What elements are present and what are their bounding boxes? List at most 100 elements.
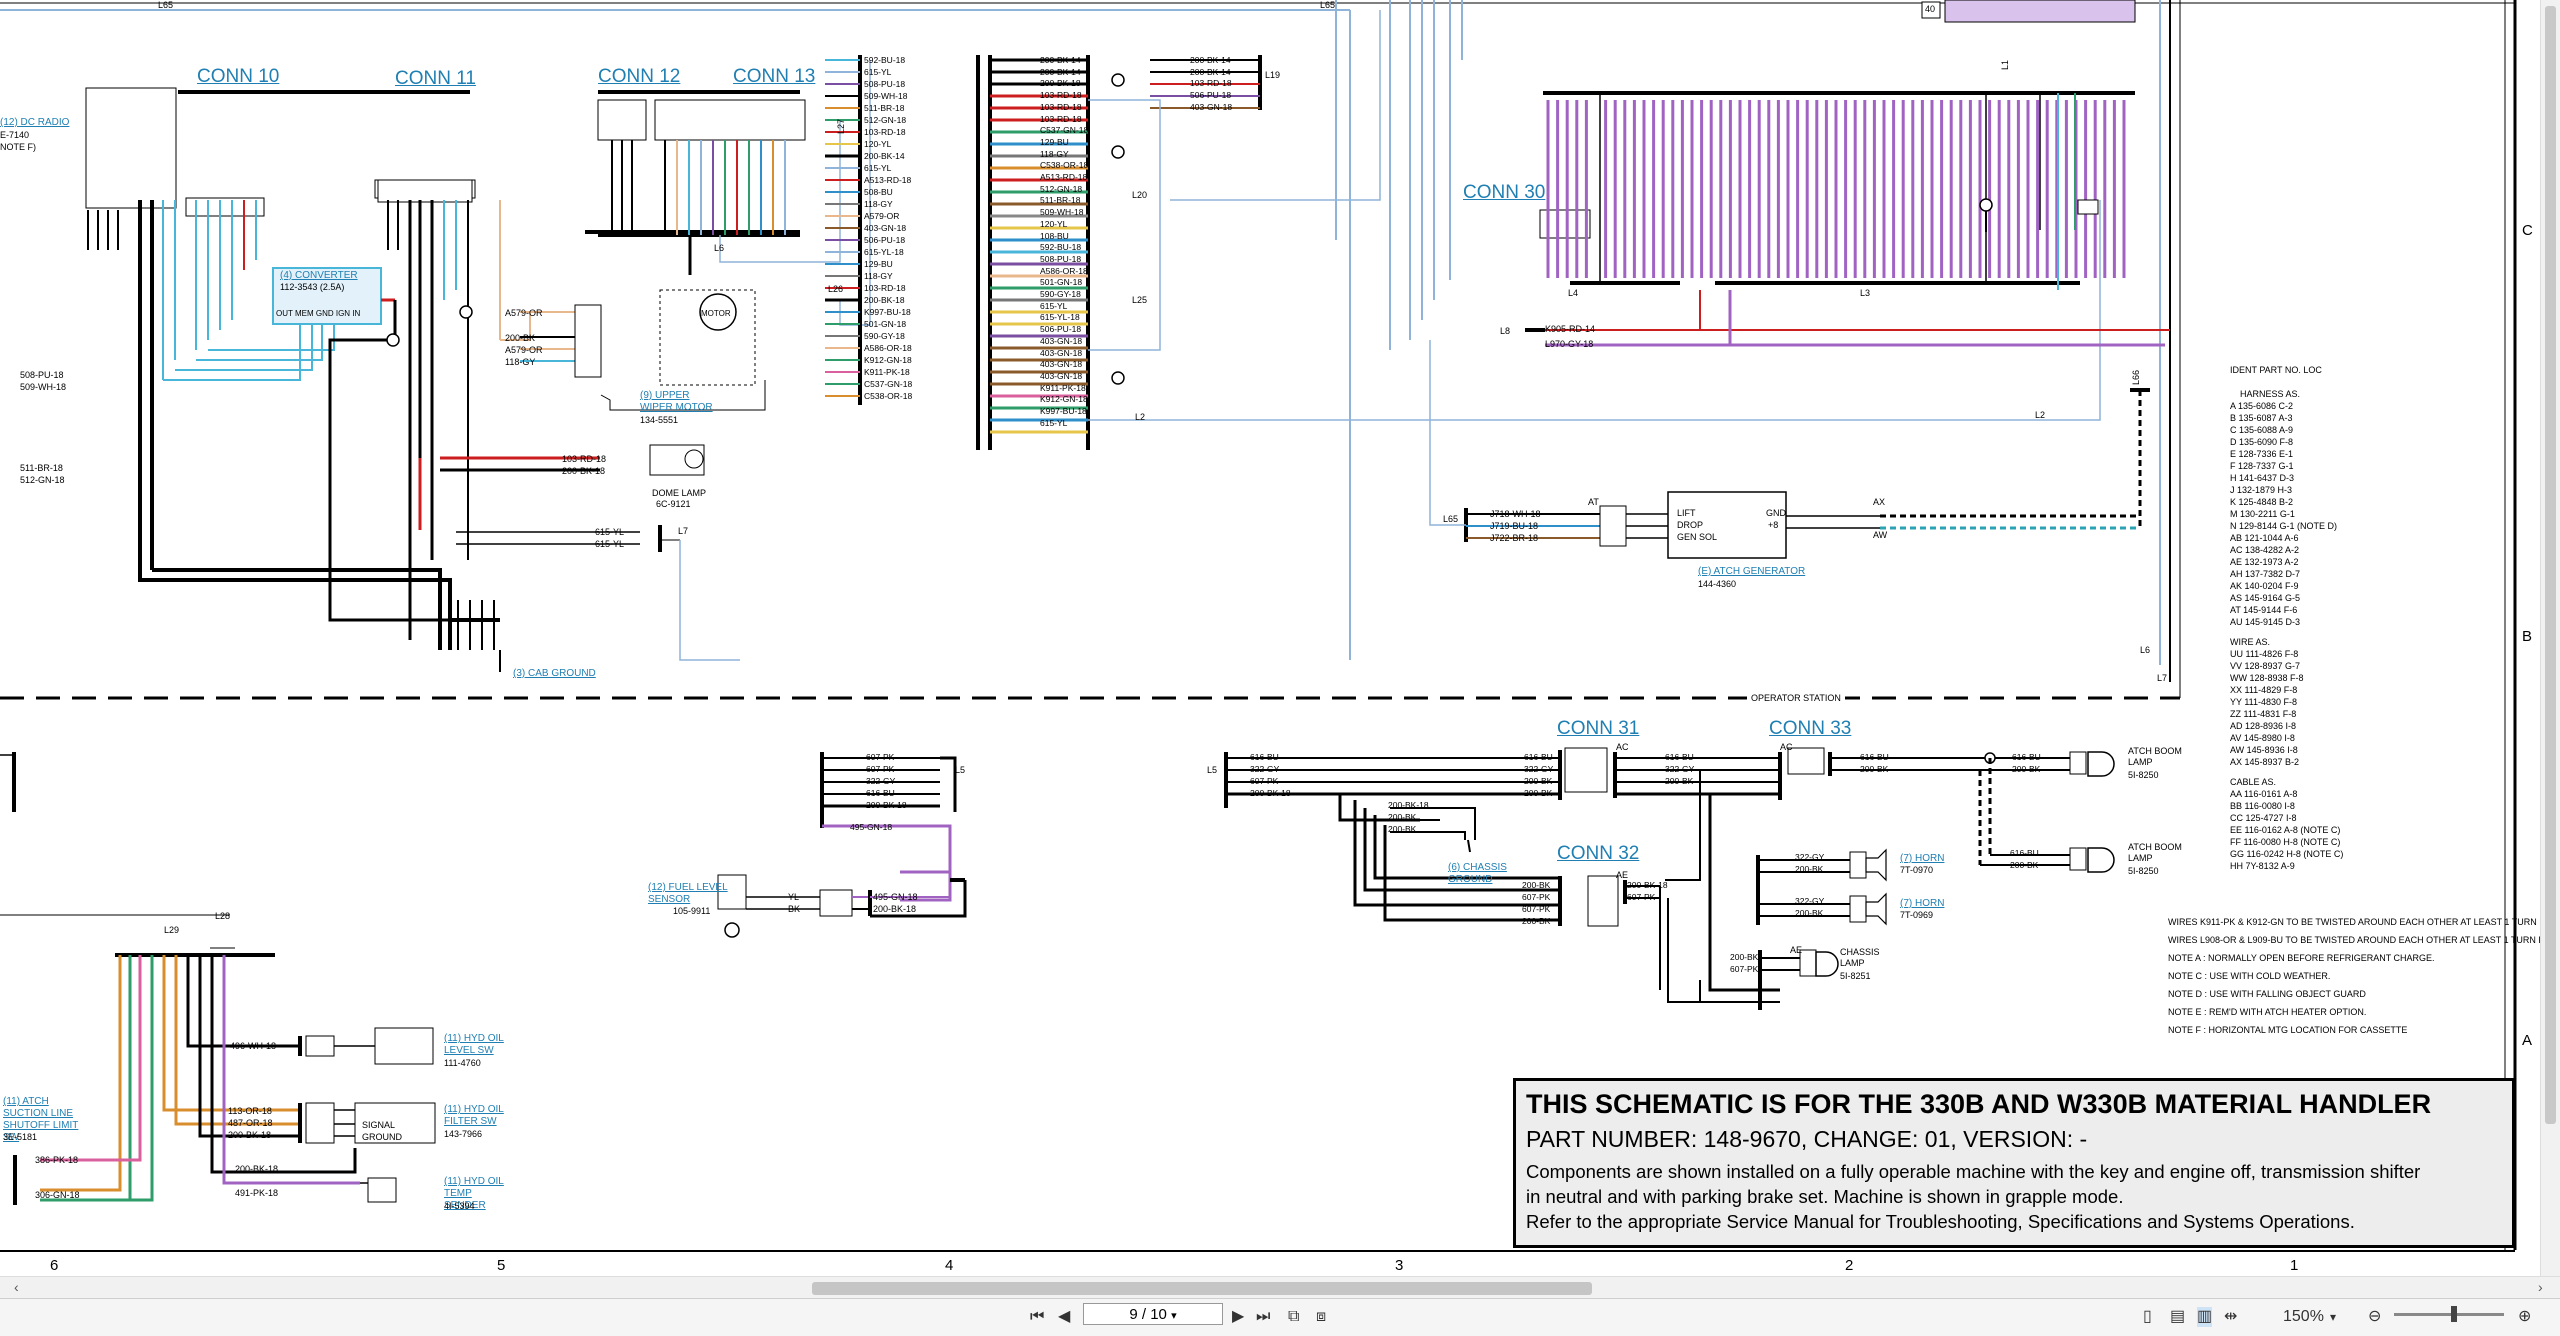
page-number-input[interactable]: 9 / 10 ▾ (1083, 1303, 1223, 1325)
note-row-3: NOTE C : USE WITH COLD WEATHER. (2168, 971, 2331, 981)
conn-13-label: CONN 13 (733, 66, 816, 87)
horizontal-scrollbar[interactable]: ‹ › (0, 1276, 2560, 1299)
view-mode-icon[interactable]: ⧉ (1288, 1307, 1299, 1327)
harness-row-11: AB 121-1044 A-6 (2230, 533, 2299, 543)
horizontal-scroll-thumb[interactable] (812, 1282, 1592, 1295)
prev-page-icon[interactable]: ◀ (1058, 1307, 1070, 1327)
converter-link[interactable]: (4) CONVERTER (280, 270, 358, 282)
l5b-wire-2: 607-PK (1250, 776, 1279, 786)
harness-row-8: K 125-4848 B-2 (2230, 497, 2294, 507)
atch-generator-part: 144-4360 (1698, 579, 1737, 589)
view-mode-2-icon[interactable]: ⧈ (1316, 1307, 1326, 1327)
document-viewport[interactable]: CONN 10 CONN 11 CONN 12 CONN 13 CONN 30 … (0, 0, 2560, 1270)
zoom-in-icon[interactable]: ⊕ (2518, 1307, 2531, 1327)
conn-11-label: CONN 11 (395, 68, 476, 89)
harness1-wire-11: 508-BU (864, 187, 893, 197)
cable-row-3: EE 116-0162 A-8 (NOTE C) (2230, 825, 2341, 835)
harness1-wire-17: 129-BU (864, 259, 893, 269)
scale-2: 2 (1845, 1257, 1854, 1270)
two-page-icon[interactable]: ▥ (2197, 1307, 2213, 1327)
zoom-out-icon[interactable]: ⊖ (2368, 1307, 2381, 1327)
scroll-right-arrow-icon[interactable]: › (2538, 1279, 2543, 1295)
conn32r-wire-0: 200-BK-18 (1627, 880, 1668, 890)
wire-113-or: 113-OR-18 (228, 1106, 272, 1116)
last-page-icon[interactable]: ⏭ (1256, 1307, 1270, 1327)
l19-wire-4: 403-GN-18 (1190, 101, 1233, 112)
horn-1-link[interactable]: (7) HORN (1900, 853, 1944, 865)
harness1-wire-8: 200-BK-14 (864, 151, 905, 161)
harness2-wire-19: 501-GN-18 (1040, 277, 1083, 288)
drop-label: DROP (1677, 520, 1704, 530)
harness-row-5: F 128-7337 G-1 (2230, 461, 2294, 471)
harness1-wire-6: 103-RD-18 (864, 127, 906, 137)
conn32-wire-1: 607-PK (1522, 892, 1551, 902)
single-page-icon[interactable]: ▯ (2143, 1307, 2152, 1327)
wire-k905-rd: K905-RD-14 (1545, 324, 1596, 334)
harness1-wire-23: 590-GY-18 (864, 331, 905, 341)
l5a-wire-3: 616-BU (866, 788, 895, 798)
ground-label: GROUND (362, 1132, 402, 1142)
harness2-wire-10: A513-RD-18 (1040, 172, 1088, 182)
chassis-ground-link[interactable]: (6) CHASSIS GROUND (1448, 862, 1508, 886)
page-number-value: 9 / 10 (1129, 1306, 1167, 1323)
harness2-wire-23: 506-PU-18 (1040, 324, 1082, 335)
harness-row-1: B 135-6087 A-3 (2230, 413, 2293, 423)
part-number: PART NUMBER: 148-9670, CHANGE: 01, VERSI… (1526, 1126, 2088, 1152)
conn-32-label: CONN 32 (1557, 843, 1640, 864)
conn32-wire-2: 607-PK (1522, 904, 1551, 914)
gen-sol-label: GEN SOL (1677, 532, 1718, 542)
upper-wiper-link[interactable]: (9) UPPER WIPER MOTOR (640, 390, 720, 414)
line-tag-l20: L20 (1132, 190, 1148, 200)
next-page-icon[interactable]: ▶ (1232, 1307, 1244, 1327)
dc-radio-link[interactable]: (12) DC RADIO (0, 117, 69, 129)
wire-200-bk-fuel: 200-BK-18 (873, 904, 917, 914)
harness2-wire-4: 103-RD-18 (1040, 101, 1082, 112)
continuous-page-icon[interactable]: ▤ (2170, 1307, 2185, 1327)
upper-wiper-part: 134-5551 (640, 415, 679, 425)
page-dropdown-icon[interactable]: ▾ (1171, 1310, 1177, 1322)
harness-title: HARNESS AS. (2240, 389, 2301, 399)
line-tag-l29: L29 (164, 925, 180, 935)
hyd-oil-filter-part: 143-7966 (444, 1129, 483, 1139)
horn-2-link[interactable]: (7) HORN (1900, 898, 1944, 910)
harness2-wire-27: 403-GN-18 (1040, 370, 1083, 381)
l19-wire-3: 506-PU-18 (1190, 90, 1232, 101)
harness2-wire-28: K911-PK-18 (1040, 382, 1086, 393)
first-page-icon[interactable]: ⏮ (1030, 1307, 1044, 1327)
zoom-dropdown-icon[interactable]: ▾ (2330, 1307, 2336, 1327)
cable-row-1: BB 116-0080 I-8 (2230, 801, 2295, 811)
harness-row-3: D 135-6090 F-8 (2230, 437, 2294, 447)
wire-495-gn-fuel: 495-GN-18 (873, 892, 918, 902)
line-tag-l28: L28 (215, 911, 231, 921)
line-tag-l4: L4 (1568, 288, 1579, 298)
wire-508-pu: 508-PU-18 (20, 370, 64, 380)
harness2-wire-29: K912-GN-18 (1040, 394, 1088, 405)
zoom-value[interactable]: 150% (2283, 1307, 2324, 1327)
conn32-wire-0: 200-BK (1522, 880, 1551, 890)
fuel-level-link[interactable]: (12) FUEL LEVEL SENSOR (648, 882, 728, 906)
scale-1: 1 (2290, 1257, 2299, 1270)
fit-width-icon[interactable]: ⇹ (2224, 1307, 2237, 1327)
scroll-left-arrow-icon[interactable]: ‹ (14, 1279, 19, 1295)
conn32-wire-3: 200-BK (1522, 916, 1551, 926)
zoom-slider-knob[interactable] (2451, 1306, 2457, 1322)
line-tag-l66: L66 (2131, 369, 2141, 385)
harness-row-7: J 132-1879 H-3 (2230, 485, 2293, 495)
hyd-oil-level-link[interactable]: (11) HYD OIL LEVEL SW (444, 1033, 514, 1057)
line-tag-l5b: L5 (1207, 765, 1218, 775)
chassis-lamp-label: CHASSIS LAMP (1840, 947, 1880, 968)
harness1-wire-24: A586-OR-18 (864, 343, 912, 353)
harness1-wire-9: 615-YL (864, 163, 892, 173)
vertical-scrollbar[interactable] (2540, 0, 2560, 1276)
lamp-wire-1: 607-PK (1730, 964, 1759, 974)
atch-generator-link[interactable]: (E) ATCH GENERATOR (1698, 566, 1805, 578)
line-tag-l1: L1 (2000, 59, 2010, 70)
harness2-wire-16: 592-BU-18 (1040, 242, 1082, 253)
cab-ground-link[interactable]: (3) CAB GROUND (513, 668, 596, 680)
vertical-scroll-thumb[interactable] (2545, 6, 2556, 1124)
atch-boom-lamp-1-label: ATCH BOOM LAMP (2128, 746, 2182, 767)
conn31-wire-1: 322-GY (1524, 764, 1554, 774)
zoom-slider[interactable] (2394, 1313, 2504, 1316)
hyd-oil-filter-link[interactable]: (11) HYD OIL FILTER SW (444, 1104, 514, 1128)
note-row-4: NOTE D : USE WITH FALLING OBJECT GUARD (2168, 989, 2366, 999)
